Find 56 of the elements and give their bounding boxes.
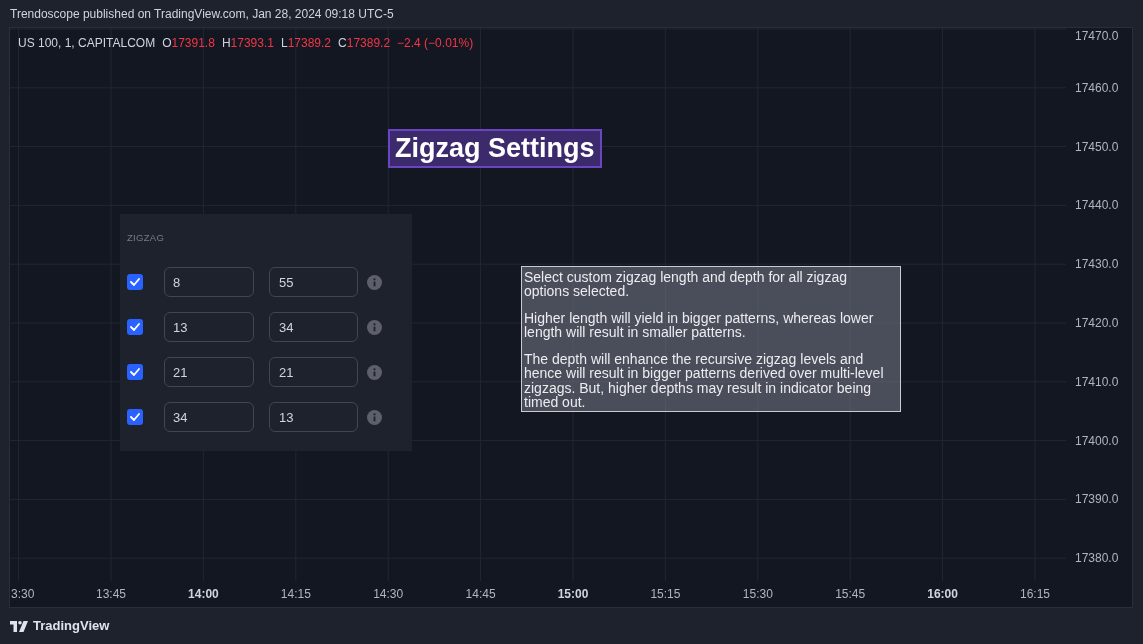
- number-input[interactable]: 21: [269, 357, 358, 387]
- info-icon[interactable]: [367, 319, 382, 335]
- checkbox[interactable]: [127, 364, 143, 380]
- price-label: 17460.0: [1075, 80, 1119, 95]
- time-label: 15:15: [650, 587, 681, 601]
- ohlc-value: H17393.1: [221, 35, 274, 51]
- number-input[interactable]: 13: [269, 402, 358, 432]
- checkmark-icon: [130, 278, 140, 286]
- number-input[interactable]: 21: [164, 357, 254, 387]
- change-value: −2.4 (−0.01%): [397, 35, 474, 51]
- price-label: 17430.0: [1075, 257, 1119, 272]
- section-label: ZIGZAG: [127, 232, 165, 244]
- price-label: 17400.0: [1075, 433, 1119, 448]
- price-label: 17380.0: [1075, 551, 1119, 566]
- checkbox[interactable]: [127, 409, 143, 425]
- ohlc-value: O17391.8: [162, 35, 215, 51]
- tooltip-paragraph: Select custom zigzag length and depth for all zigzag options selected.: [524, 270, 848, 299]
- checkbox[interactable]: [127, 319, 143, 335]
- logo-icon: [10, 620, 28, 632]
- time-label: 15:30: [742, 587, 773, 601]
- number-input[interactable]: 34: [164, 402, 254, 432]
- price-label: 17410.0: [1075, 374, 1119, 389]
- time-label: 14:45: [465, 587, 496, 601]
- brand-name: TradingView: [33, 617, 110, 636]
- tooltip-paragraph: The depth will enhance the recursive zigzag levels and hence will result in bigger patterns derived over multi-level zigzags. But, higher depths may result in indicator being timed out.: [524, 352, 885, 410]
- time-label: 3:30: [11, 587, 35, 601]
- number-input[interactable]: 8: [164, 267, 254, 297]
- ohlc-value: C17389.2: [338, 35, 391, 51]
- checkmark-icon: [130, 368, 140, 376]
- price-label: 17450.0: [1075, 139, 1119, 154]
- ohlc-value: L17389.2: [280, 35, 332, 51]
- price-label: 17440.0: [1075, 198, 1119, 213]
- price-label: 17390.0: [1075, 492, 1119, 507]
- symbol-text: US 100, 1, CAPITALCOM: [18, 35, 156, 51]
- time-label: 13:45: [96, 587, 126, 601]
- info-icon[interactable]: [367, 364, 382, 380]
- number-input[interactable]: 13: [164, 312, 254, 342]
- price-label: 17420.0: [1075, 316, 1119, 330]
- attribution-text: Trendoscope published on TradingView.com, Jan 28, 2024 09:18 UTC-5: [10, 5, 394, 23]
- checkmark-icon: [130, 323, 140, 331]
- time-label: 16:00: [927, 587, 958, 601]
- time-label: 15:45: [835, 587, 866, 601]
- time-label: 14:15: [280, 587, 311, 601]
- title-text: Zigzag Settings: [395, 135, 595, 162]
- info-icon[interactable]: [367, 274, 382, 290]
- checkmark-icon: [130, 413, 140, 421]
- info-icon[interactable]: [367, 409, 382, 425]
- number-input[interactable]: 34: [269, 312, 358, 342]
- tooltip-paragraph: Higher length will yield in bigger patterns, whereas lower length will result in smaller patterns.: [524, 311, 875, 340]
- time-label: 16:15: [1020, 587, 1050, 601]
- time-label: 15:00: [557, 587, 589, 601]
- price-label: 17470.0: [1075, 29, 1119, 43]
- time-label: 14:30: [373, 587, 404, 601]
- checkbox[interactable]: [127, 274, 143, 290]
- number-input[interactable]: 55: [269, 267, 358, 297]
- time-label: 14:00: [188, 587, 219, 601]
